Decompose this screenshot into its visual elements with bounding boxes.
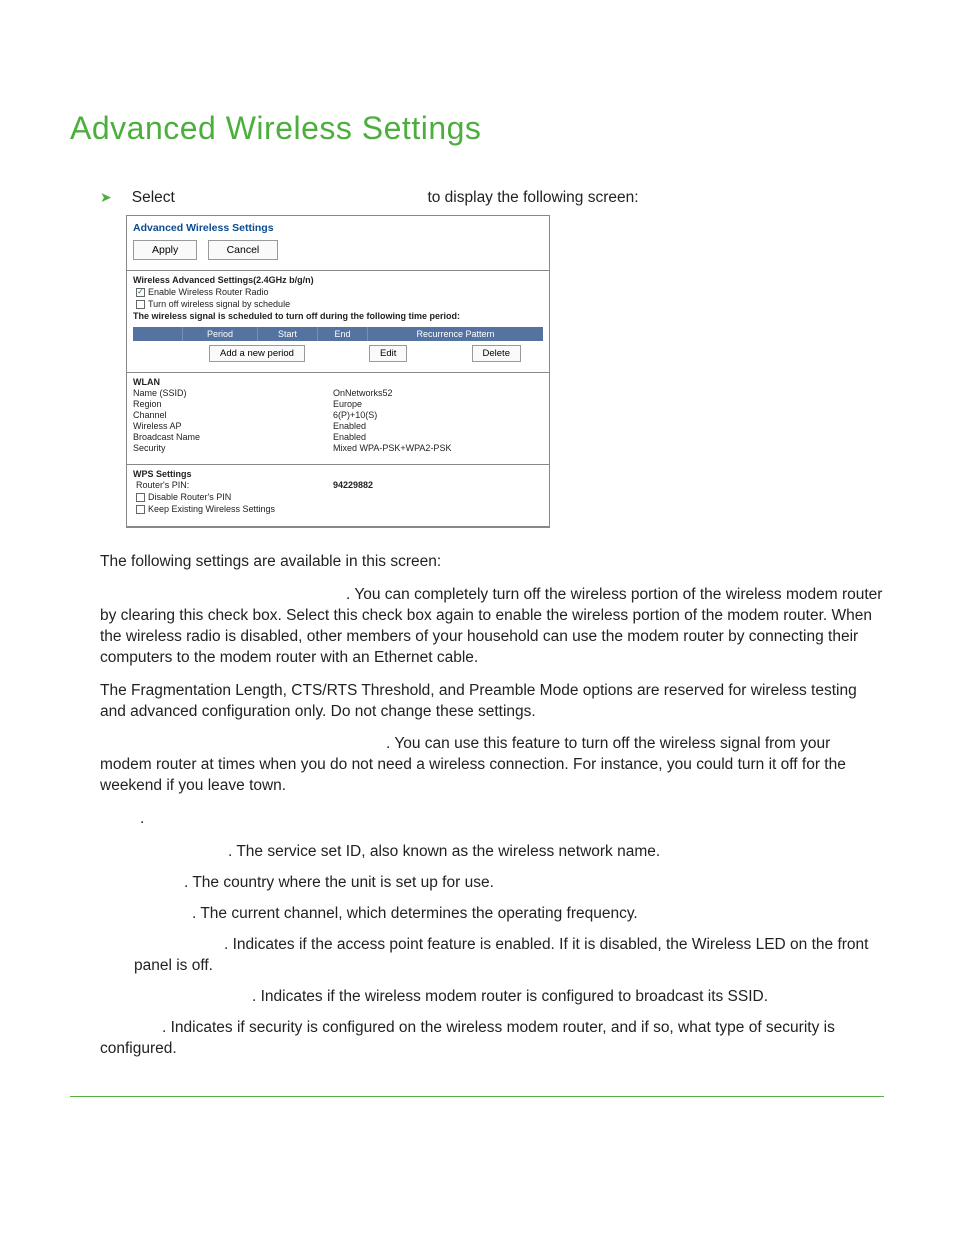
pin-value: 94229882	[333, 480, 543, 490]
turnoff-checkbox[interactable]	[136, 300, 145, 309]
enable-radio-label: Enable Wireless Router Radio	[148, 287, 269, 297]
ap-label: Wireless AP	[133, 421, 333, 431]
edit-button[interactable]: Edit	[369, 345, 407, 362]
keep-existing-checkbox[interactable]	[136, 505, 145, 514]
apply-button[interactable]: Apply	[133, 240, 197, 260]
ssid-value: OnNetworks52	[333, 388, 543, 398]
ss-heading: Advanced Wireless Settings	[127, 216, 549, 240]
bullet-channel: . The current channel, which determines …	[134, 904, 884, 925]
wps-title: WPS Settings	[133, 469, 543, 479]
cancel-button[interactable]: Cancel	[208, 240, 279, 260]
bullet-ssid: . The service set ID, also known as the …	[134, 842, 884, 863]
channel-label: Channel	[133, 410, 333, 420]
bullet-region: . The country where the unit is set up f…	[134, 873, 884, 894]
bullet-bcast: . Indicates if the wireless modem router…	[134, 987, 884, 1008]
security-label: Security	[133, 443, 333, 453]
schedule-note: The wireless signal is scheduled to turn…	[133, 311, 543, 321]
th-recurrence: Recurrence Pattern	[368, 327, 543, 341]
para-turnoff: . You can use this feature to turn off t…	[100, 734, 884, 797]
instruction-suffix: to display the following screen:	[427, 189, 638, 206]
keep-existing-label: Keep Existing Wireless Settings	[148, 504, 275, 514]
ap-value: Enabled	[333, 421, 543, 431]
arrow-bullet-icon: ➤	[100, 189, 112, 206]
security-value: Mixed WPA-PSK+WPA2-PSK	[333, 443, 543, 453]
disable-pin-label: Disable Router's PIN	[148, 492, 231, 502]
bullet-ap: . Indicates if the access point feature …	[134, 935, 884, 977]
footer-rule	[70, 1096, 884, 1097]
delete-button[interactable]: Delete	[472, 345, 521, 362]
schedule-table-header: Period Start End Recurrence Pattern	[133, 327, 543, 341]
para-enable-radio: . You can completely turn off the wirele…	[100, 585, 884, 669]
th-blank	[133, 327, 183, 341]
divider	[127, 526, 549, 527]
ssid-label: Name (SSID)	[133, 388, 333, 398]
add-period-button[interactable]: Add a new period	[209, 345, 305, 362]
para3-text: . You can use this feature to turn off t…	[100, 735, 846, 794]
region-value: Europe	[333, 399, 543, 409]
turnoff-label: Turn off wireless signal by schedule	[148, 299, 290, 309]
region-label: Region	[133, 399, 333, 409]
instruction-prefix: Select	[132, 189, 175, 206]
para-reserved: The Fragmentation Length, CTS/RTS Thresh…	[100, 681, 884, 723]
th-period: Period	[183, 327, 258, 341]
page-title: Advanced Wireless Settings	[70, 110, 884, 147]
bullet-sec: . Indicates if security is configured on…	[100, 1018, 884, 1060]
th-start: Start	[258, 327, 318, 341]
wlan-settings-label: .	[100, 809, 884, 830]
intro-text: The following settings are available in …	[100, 552, 884, 573]
th-end: End	[318, 327, 368, 341]
bcast-label: Broadcast Name	[133, 432, 333, 442]
para1-text: . You can completely turn off the wirele…	[100, 586, 882, 666]
screenshot-figure: Advanced Wireless Settings Apply Cancel …	[126, 215, 550, 528]
wlan-title: WLAN	[133, 377, 543, 387]
channel-value: 6(P)+10(S)	[333, 410, 543, 420]
adv-title: Wireless Advanced Settings(2.4GHz b/g/n)	[133, 275, 543, 285]
disable-pin-checkbox[interactable]	[136, 493, 145, 502]
enable-radio-checkbox[interactable]: ✓	[136, 288, 145, 297]
instruction-text: Select to display the following screen:	[132, 189, 884, 207]
pin-label: Router's PIN:	[133, 480, 333, 490]
bcast-value: Enabled	[333, 432, 543, 442]
